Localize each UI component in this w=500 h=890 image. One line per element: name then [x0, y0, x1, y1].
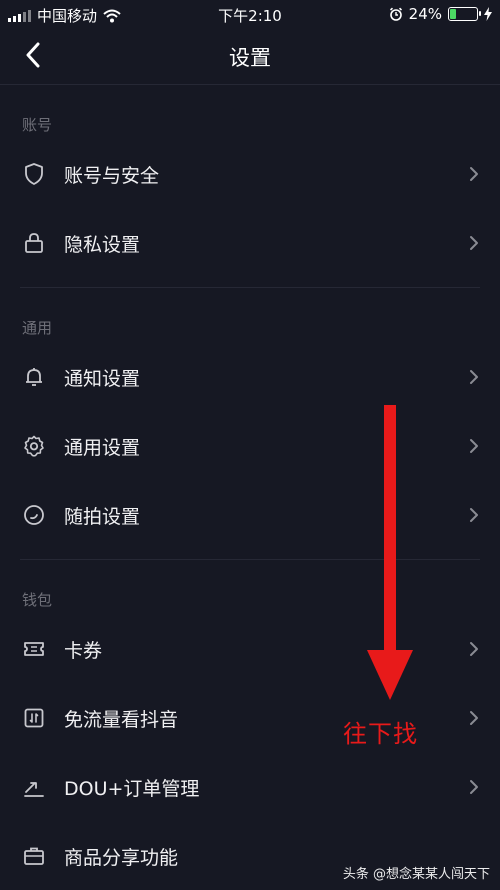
nav-bar: 设置 [0, 28, 500, 85]
page-title: 设置 [229, 46, 271, 70]
battery-percent: 24% [408, 5, 442, 23]
ticket-icon [24, 642, 44, 656]
settings-item-label: 隐私设置 [64, 234, 141, 256]
chevron-right-icon [470, 780, 478, 794]
watermark-text: @想念某某人闯天下 [372, 867, 490, 882]
camera-dial-icon [24, 505, 44, 525]
settings-item-dou-orders[interactable]: DOU+订单管理 [0, 757, 500, 817]
settings-item-label: 商品分享功能 [64, 847, 179, 869]
settings-item-notifications[interactable]: 通知设置 [0, 347, 500, 407]
settings-item-account-security[interactable]: 账号与安全 [0, 144, 500, 204]
section-divider [20, 287, 480, 288]
settings-item-coupons[interactable]: 卡券 [0, 619, 500, 679]
settings-item-label: DOU+订单管理 [64, 778, 200, 800]
settings-item-general[interactable]: 通用设置 [0, 416, 500, 476]
chevron-right-icon [470, 370, 478, 384]
settings-item-label: 随拍设置 [64, 506, 141, 528]
chevron-right-icon [470, 236, 478, 250]
settings-item-label: 通知设置 [64, 368, 141, 390]
settings-item-label: 免流量看抖音 [64, 709, 179, 731]
settings-item-label: 账号与安全 [64, 165, 160, 187]
alarm-icon [389, 7, 402, 21]
gear-icon [24, 435, 44, 457]
watermark-brand: 头条 [342, 867, 369, 882]
settings-item-privacy[interactable]: 隐私设置 [0, 213, 500, 273]
status-bar: 中国移动 下午2:10 24% [0, 0, 500, 28]
section-header-account: 账号 [22, 116, 53, 134]
section-header-general: 通用 [22, 319, 53, 337]
watermark: 头条 @想念某某人闯天下 [343, 863, 490, 882]
lock-icon [25, 233, 43, 253]
settings-item-data-free[interactable]: 免流量看抖音 [0, 688, 500, 748]
chevron-right-icon [470, 167, 478, 181]
trend-icon [24, 782, 44, 797]
chevron-right-icon [470, 642, 478, 656]
data-free-icon [24, 708, 44, 728]
battery-icon [448, 7, 481, 21]
shield-icon [25, 163, 43, 185]
chevron-right-icon [470, 711, 478, 725]
bell-icon [26, 368, 42, 386]
section-header-wallet: 钱包 [22, 591, 53, 609]
annotation-text: 往下找 [343, 720, 418, 748]
chevron-right-icon [470, 508, 478, 522]
down-arrow-annotation-icon [367, 405, 413, 700]
settings-item-label: 卡券 [64, 640, 103, 662]
settings-item-label: 通用设置 [64, 437, 141, 459]
status-right: 24% [389, 5, 492, 23]
briefcase-icon [24, 847, 44, 865]
charging-icon [484, 7, 492, 21]
chevron-right-icon [470, 439, 478, 453]
settings-item-quick-shoot[interactable]: 随拍设置 [0, 485, 500, 545]
